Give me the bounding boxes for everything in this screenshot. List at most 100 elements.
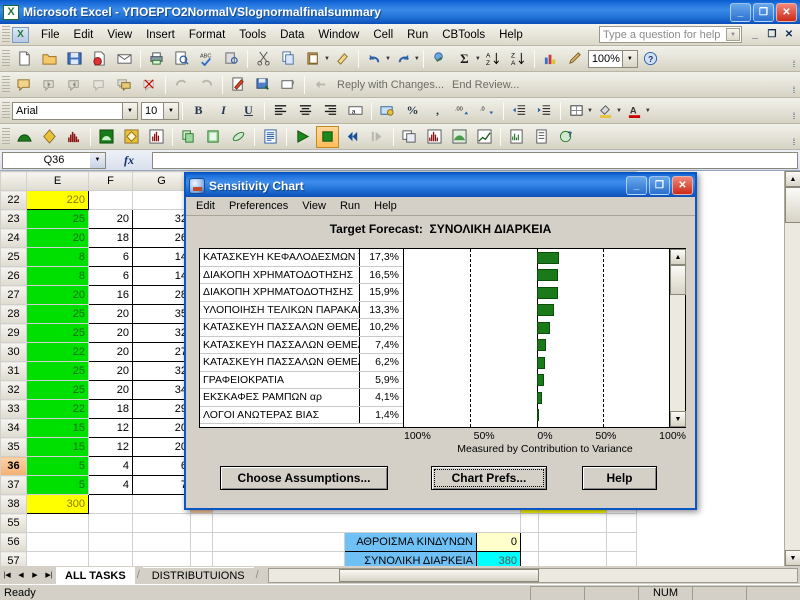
create-report-icon[interactable] <box>505 126 528 148</box>
assumption-row[interactable]: ΚΑΤΑΣΚΕΥΗ ΚΕΦΑΛΟΔΕΣΜΩΝ ΤΟΙ...17,3% <box>200 249 403 267</box>
font-size-combo[interactable]: 10 ▼ <box>141 101 179 120</box>
previous-sheet-icon[interactable]: ◀ <box>14 567 28 583</box>
reviewing-toolbar-grip[interactable] <box>2 75 10 94</box>
cell-F26[interactable]: 6 <box>88 266 133 286</box>
row-header[interactable]: 35 <box>0 437 27 457</box>
cell-G28[interactable]: 35 <box>132 304 191 324</box>
cell-F33[interactable]: 18 <box>88 399 133 419</box>
cell-H55[interactable] <box>190 513 213 533</box>
copy-data-icon[interactable] <box>177 126 200 148</box>
sheet-tab-distributuions[interactable]: DISTRIBUTUIONS <box>142 566 254 584</box>
save-shared-icon[interactable] <box>252 74 275 96</box>
assumption-row[interactable]: ΔΙΑΚΟΠΗ ΧΡΗΜΑΤΟΔΟΤΗΣΗΣ 15,9% <box>200 284 403 302</box>
cell-G35[interactable]: 20 <box>132 437 191 457</box>
cell-Q55[interactable] <box>538 513 607 533</box>
cell-blank-56[interactable] <box>212 532 345 552</box>
crystal-ball-toolbar-grip[interactable] <box>2 127 10 146</box>
fill-color-icon[interactable] <box>594 100 617 122</box>
sensitivity-chart-dialog[interactable]: Sensitivity Chart _ ❐ ✕ Edit Preferences… <box>184 172 697 510</box>
cell-E37[interactable]: 5 <box>26 475 89 495</box>
reply-with-changes-icon[interactable] <box>309 74 332 96</box>
cell-E56[interactable] <box>26 532 89 552</box>
choose-assumptions-button[interactable]: Choose Assumptions... <box>220 466 388 490</box>
dialog-maximize-button[interactable]: ❐ <box>649 176 670 195</box>
dialog-menu-edit[interactable]: Edit <box>189 198 222 214</box>
assumption-row[interactable]: ΕΚΣΚΑΦΕΣ ΡΑΜΠΩΝ αρ 4,1% <box>200 389 403 407</box>
row-header[interactable]: 57 <box>0 551 27 566</box>
single-step-icon[interactable] <box>366 126 389 148</box>
paste-data-icon[interactable] <box>202 126 225 148</box>
menu-edit[interactable]: Edit <box>67 26 101 44</box>
overlay-chart-icon[interactable] <box>448 126 471 148</box>
dialog-close-button[interactable]: ✕ <box>672 176 693 195</box>
cell-F57[interactable] <box>88 551 133 566</box>
cell-G56[interactable] <box>132 532 191 552</box>
font-name-combo[interactable]: Arial ▼ <box>12 101 138 120</box>
document-restore-button[interactable]: ❐ <box>764 27 780 42</box>
cell-R57[interactable] <box>606 551 637 566</box>
cell-G34[interactable]: 20 <box>132 418 191 438</box>
insert-function-icon[interactable]: fx <box>106 153 152 168</box>
cell-E55[interactable] <box>26 513 89 533</box>
italic-button[interactable]: I <box>212 100 235 122</box>
column-header-E[interactable]: E <box>26 171 89 191</box>
cell-E24[interactable]: 20 <box>26 228 89 248</box>
row-header[interactable]: 32 <box>0 380 27 400</box>
ask-a-question-input[interactable]: Type a question for help ▼ <box>599 26 742 43</box>
menubar-grip-handle[interactable] <box>2 25 10 44</box>
cell-R56[interactable] <box>606 532 637 552</box>
cell-P55[interactable] <box>520 513 539 533</box>
paste-icon[interactable] <box>302 48 325 70</box>
menu-data[interactable]: Data <box>273 26 311 44</box>
cell-E31[interactable]: 25 <box>26 361 89 381</box>
summary-value-risk-sum[interactable]: 0 <box>476 532 521 552</box>
cell-G25[interactable]: 14 <box>132 247 191 267</box>
help-icon[interactable]: ? <box>639 48 662 70</box>
cell-F30[interactable]: 20 <box>88 342 133 362</box>
spelling-icon[interactable]: ABC <box>195 48 218 70</box>
align-right-icon[interactable] <box>319 100 342 122</box>
cell-G36[interactable]: 6 <box>132 456 191 476</box>
cell-P56[interactable] <box>520 532 539 552</box>
chevron-down-icon[interactable]: ▼ <box>621 50 637 67</box>
align-left-icon[interactable] <box>269 100 292 122</box>
cell-G31[interactable]: 32 <box>132 361 191 381</box>
cell-F27[interactable]: 16 <box>88 285 133 305</box>
scroll-up-icon[interactable]: ▲ <box>785 171 800 187</box>
extract-data-icon[interactable] <box>530 126 553 148</box>
redo-icon[interactable] <box>392 48 415 70</box>
drawing-icon[interactable] <box>564 48 587 70</box>
new-comment-icon[interactable] <box>13 74 36 96</box>
merge-cells-icon[interactable]: a <box>344 100 367 122</box>
cell-F37[interactable]: 4 <box>88 475 133 495</box>
forecast-windows-icon[interactable] <box>398 126 421 148</box>
row-header[interactable]: 27 <box>0 285 27 305</box>
sheet-tab-all-tasks[interactable]: ALL TASKS <box>56 566 135 584</box>
percent-style-button[interactable]: % <box>401 100 424 122</box>
reset-simulation-icon[interactable] <box>341 126 364 148</box>
show-all-comments-icon[interactable] <box>113 74 136 96</box>
cut-icon[interactable] <box>252 48 275 70</box>
cell-F23[interactable]: 20 <box>88 209 133 229</box>
start-simulation-icon[interactable] <box>291 126 314 148</box>
formatting-toolbar-grip[interactable] <box>2 101 10 120</box>
chart-wizard-icon[interactable] <box>539 48 562 70</box>
chevron-down-icon[interactable]: ▼ <box>90 152 105 168</box>
cell-hidden-55[interactable] <box>212 513 521 533</box>
first-sheet-icon[interactable]: |◀ <box>0 567 14 583</box>
cell-Q57[interactable] <box>538 551 607 566</box>
cell-E26[interactable]: 8 <box>26 266 89 286</box>
cell-F28[interactable]: 20 <box>88 304 133 324</box>
dialog-menu-preferences[interactable]: Preferences <box>222 198 295 214</box>
cell-G37[interactable]: 7 <box>132 475 191 495</box>
decrease-decimal-icon[interactable]: .0 <box>476 100 499 122</box>
assumption-row[interactable]: ΚΑΤΑΣΚΕΥΗ ΠΑΣΣΑΛΩΝ ΘΕΜΕΛΙΩ...7,4% <box>200 336 403 354</box>
cell-G55[interactable] <box>132 513 191 533</box>
chart-scrollbar-thumb[interactable] <box>670 265 686 295</box>
menu-file[interactable]: File <box>34 26 67 44</box>
chevron-down-icon[interactable]: ▼ <box>726 28 740 41</box>
last-sheet-icon[interactable]: ▶| <box>42 567 56 583</box>
close-button[interactable]: ✕ <box>776 2 797 22</box>
dialog-minimize-button[interactable]: _ <box>626 176 647 195</box>
underline-button[interactable]: U <box>237 100 260 122</box>
